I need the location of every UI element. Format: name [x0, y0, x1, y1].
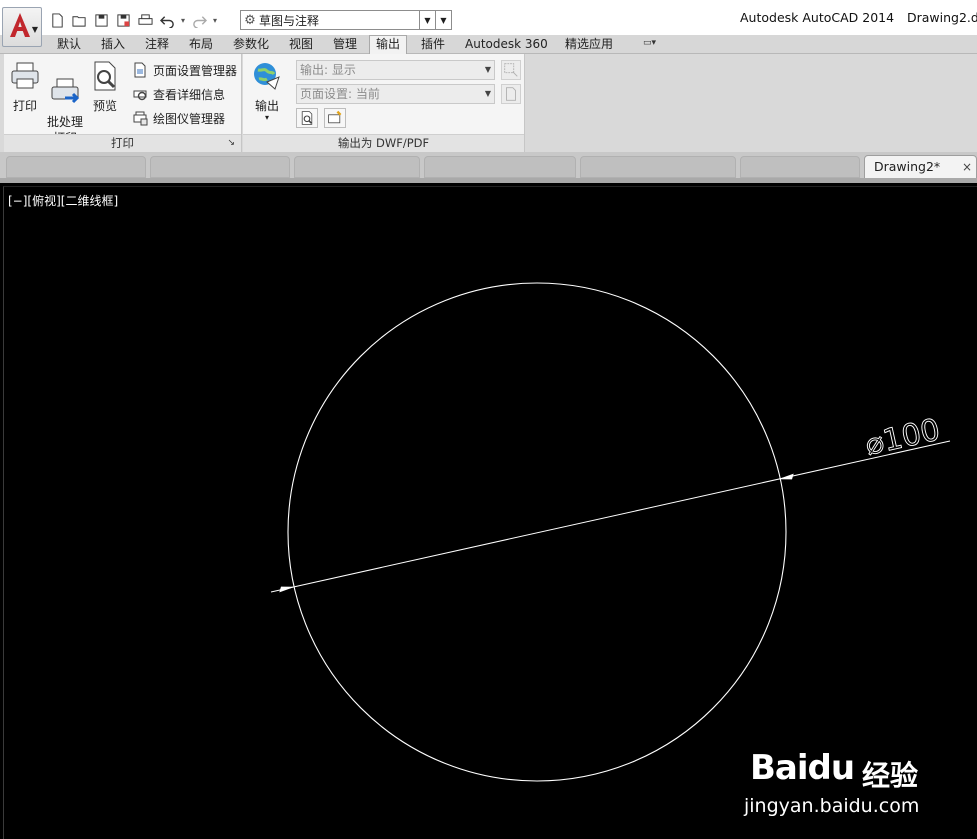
tab-manage[interactable]: 管理 — [333, 36, 357, 54]
tab-parametric[interactable]: 参数化 — [233, 36, 269, 54]
file-tab[interactable] — [740, 156, 860, 178]
file-tab[interactable] — [580, 156, 736, 178]
redo-icon[interactable] — [190, 11, 208, 29]
tab-view[interactable]: 视图 — [289, 36, 313, 54]
preview-icon — [94, 61, 116, 91]
new-icon[interactable] — [48, 11, 66, 29]
page-setup-combo[interactable]: 页面设置: 当前 ▼ — [296, 84, 495, 104]
view-details-label: 查看详细信息 — [153, 87, 226, 102]
close-icon[interactable]: × — [962, 156, 972, 178]
plot-icon[interactable] — [136, 11, 154, 29]
save-as-icon[interactable] — [114, 11, 132, 29]
page-setup-manager-button[interactable]: 页面设置管理器 — [132, 60, 237, 80]
page-setup-icon — [134, 62, 146, 78]
print-panel: 打印 批处理 打印 预览 页面设置管理器 查看详细信息 — [4, 54, 242, 152]
export-options-icon — [328, 110, 342, 124]
file-tab-bar: Drawing2* × — [0, 152, 977, 183]
application-menu-button[interactable]: ▼ — [2, 7, 42, 47]
preview-label: 预览 — [92, 99, 117, 113]
tab-autodesk-360[interactable]: Autodesk 360 — [465, 36, 548, 54]
tab-output[interactable]: 输出 — [369, 35, 408, 55]
customize-qat-icon[interactable]: ▼ — [435, 10, 452, 30]
redo-dropdown-icon[interactable]: ▾ — [213, 16, 217, 25]
export-combo-value: 输出: 显示 — [300, 63, 356, 77]
chevron-down-icon: ▼ — [484, 89, 491, 98]
chevron-down-icon: ▼ — [484, 65, 491, 74]
tab-annotate[interactable]: 注释 — [145, 36, 169, 54]
view-details-button[interactable]: 查看详细信息 — [132, 84, 225, 104]
plotter-manager-button[interactable]: 绘图仪管理器 — [132, 108, 225, 128]
export-preview-button[interactable] — [296, 108, 318, 128]
undo-dropdown-icon[interactable]: ▾ — [181, 16, 185, 25]
watermark-cn: 经验 — [862, 759, 919, 792]
file-tab-label: Drawing2* — [874, 159, 941, 174]
plotter-icon — [133, 111, 148, 126]
preview-button[interactable]: 预览 — [88, 60, 122, 114]
preview-icon — [301, 111, 313, 125]
plot-button[interactable]: 打印 — [8, 60, 42, 114]
page-setup-override-icon — [506, 87, 516, 101]
watermark-brand: Baidu — [750, 748, 855, 788]
workspace-label: 草图与注释 — [259, 13, 320, 28]
baidu-watermark: Baidu 经验 jingyan.baidu.com — [744, 740, 960, 825]
file-tab-strip — [0, 178, 977, 183]
details-icon — [133, 90, 147, 101]
print-panel-title: 打印 ↘ — [4, 134, 241, 152]
tab-layout[interactable]: 布局 — [189, 36, 213, 54]
page-setup-combo-value: 页面设置: 当前 — [300, 87, 380, 101]
batch-printer-icon — [51, 78, 80, 104]
export-combo[interactable]: 输出: 显示 ▼ — [296, 60, 495, 80]
print-panel-title-text: 打印 — [111, 136, 134, 150]
window-select-icon — [504, 63, 518, 77]
save-icon[interactable] — [92, 11, 110, 29]
dialog-launcher-icon[interactable]: ↘ — [227, 135, 235, 152]
autocad-logo-icon — [10, 13, 30, 37]
chevron-down-icon[interactable]: ▼ — [419, 11, 435, 29]
document-title: Drawing2.dwg — [907, 10, 977, 25]
file-tab-drawing2[interactable]: Drawing2* × — [864, 155, 977, 179]
app-title: Autodesk AutoCAD 2014 — [740, 10, 895, 25]
export-panel: 输出 ▾ 输出: 显示 ▼ 页面设置: 当前 ▼ 输出为 DWF/PDF — [243, 54, 525, 152]
export-panel-title: 输出为 DWF/PDF — [243, 134, 524, 152]
plotter-manager-label: 绘图仪管理器 — [153, 111, 226, 126]
tab-plugins[interactable]: 插件 — [421, 36, 445, 54]
viewport-controls[interactable]: [−][俯视][二维线框] — [8, 192, 118, 209]
plot-label: 打印 — [12, 99, 37, 113]
page-setup-override-button[interactable] — [501, 84, 521, 104]
undo-icon[interactable] — [158, 11, 176, 29]
window-select-button[interactable] — [501, 60, 521, 80]
chevron-down-icon: ▾ — [264, 113, 269, 122]
title-bar: ▾ ▾ ⚙ 草图与注释 ▼ ▼ Autodesk AutoCAD 2014 Dr… — [0, 0, 977, 35]
file-tab[interactable] — [150, 156, 290, 178]
export-label: 输出 — [254, 99, 279, 113]
tab-insert[interactable]: 插入 — [101, 36, 125, 54]
open-icon[interactable] — [70, 11, 88, 29]
ribbon: 打印 批处理 打印 预览 页面设置管理器 查看详细信息 — [0, 54, 977, 152]
chevron-down-icon: ▼ — [31, 25, 38, 34]
file-tab[interactable] — [6, 156, 146, 178]
page-setup-manager-label: 页面设置管理器 — [153, 63, 238, 78]
minimize-ribbon-icon[interactable]: ▭▾ — [643, 38, 656, 48]
tab-featured-apps[interactable]: 精选应用 — [565, 36, 613, 54]
printer-icon — [11, 62, 39, 89]
watermark-url: jingyan.baidu.com — [744, 795, 920, 817]
tab-default[interactable]: 默认 — [57, 36, 81, 54]
gear-icon: ⚙ — [244, 12, 256, 28]
export-globe-icon — [254, 63, 280, 90]
quick-access-toolbar: ▾ ▾ — [48, 9, 218, 31]
ribbon-tab-bar: 默认 插入 注释 布局 参数化 视图 管理 输出 插件 Autodesk 360… — [0, 35, 977, 55]
export-options-button[interactable] — [324, 108, 346, 128]
workspace-selector[interactable]: ⚙ 草图与注释 ▼ ▼ — [240, 10, 452, 30]
file-tab[interactable] — [424, 156, 576, 178]
export-button[interactable]: 输出 ▾ — [247, 60, 287, 122]
file-tab[interactable] — [294, 156, 420, 178]
